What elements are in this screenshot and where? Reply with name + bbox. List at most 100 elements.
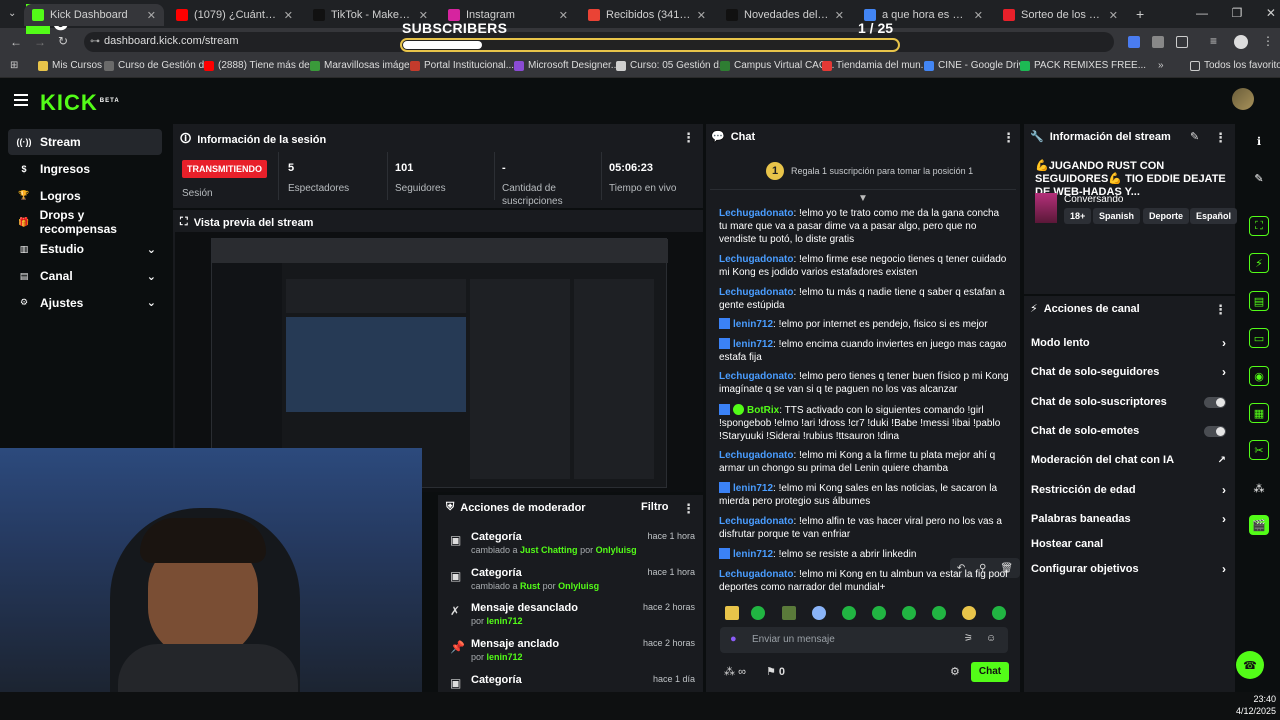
mic-icon[interactable]: ● [730,633,737,645]
emoji-icon[interactable]: ☺ [986,633,996,644]
channel-action-chat-de-solo-emotes[interactable]: Chat de solo-emotes [1031,424,1226,438]
expand-rules-icon[interactable]: ▼ [858,193,868,204]
tab-search-icon[interactable]: ⌄ [8,8,16,19]
emote-icon[interactable] [812,606,826,620]
emote-icon[interactable] [902,606,916,620]
broadcast-rail-icon[interactable]: ◉ [1249,366,1269,386]
chat-username[interactable]: Lechugadonato [719,371,793,382]
sidebar-item-stream[interactable]: ((·)) Stream [8,129,162,155]
browser-tab[interactable]: Recibidos (341) - lgarciad ✕ [580,4,714,26]
tab-close-icon[interactable]: ✕ [974,9,983,22]
chat-more-icon[interactable]: ⋮ [1002,130,1015,146]
chat-username[interactable]: lenin712 [733,319,773,330]
bookmark-item[interactable]: Tiendamia del mun... [822,60,929,71]
bookmark-item[interactable]: CINE - Google Drive [924,60,1029,71]
browser-tab[interactable]: (1079) ¿Cuánto dinero cu… ✕ [168,4,301,26]
chat-message[interactable]: lenin712: !elmo por internet es pendejo,… [719,318,1009,331]
chat-input[interactable]: ● Enviar un mensaje ⚞ ☺ [720,627,1008,653]
chat-message[interactable]: lenin712: !elmo mi Kong sales en las not… [719,482,1009,508]
chat-username[interactable]: Lechugadonato [719,254,793,265]
tab-close-icon[interactable]: ✕ [147,9,156,22]
channel-action-hostear-canal[interactable]: Hostear canal [1031,537,1226,551]
browser-tab[interactable]: Sorteo de los grupos del ✕ [995,4,1126,26]
category-name[interactable]: Conversando [1064,194,1123,205]
browser-menu-icon[interactable]: ⋮ [1262,34,1274,48]
bookmark-item[interactable]: Curso: 05 Gestión d... [616,60,727,71]
emote-icon[interactable] [782,606,796,620]
chat-message[interactable]: Lechugadonato: !elmo mi Kong a la firme … [719,449,1009,475]
info-rail-icon[interactable]: ℹ [1249,131,1269,151]
session-more-icon[interactable]: ⋮ [682,130,695,146]
tab-close-icon[interactable]: ✕ [559,9,568,22]
bookmark-item[interactable]: Curso de Gestión d... [104,60,213,71]
chat-message[interactable]: Lechugadonato: !elmo pero tienes q tener… [719,370,1009,396]
channel-action-restricci-n-de-edad[interactable]: Restricción de edad › [1031,483,1226,497]
tab-close-icon[interactable]: ✕ [284,9,293,22]
emote-icon[interactable] [725,606,739,620]
new-tab-button[interactable]: + [1136,6,1144,22]
chat-message[interactable]: BotRix: TTS activado con lo siguientes c… [719,404,1009,443]
bookmark-item[interactable]: Campus Virtual CAC... [720,60,834,71]
gift-count[interactable]: ⚑ 0 [766,665,785,678]
more-bookmarks-icon[interactable]: » [1158,60,1164,71]
layout-rail-icon[interactable]: ▦ [1249,403,1269,423]
clapper-rail-icon[interactable]: 🎬 [1249,515,1269,535]
mod-action-user[interactable]: Onlyluisg [596,545,637,555]
extensions-puzzle-icon[interactable] [1176,36,1188,48]
all-favorites-folder[interactable]: Todos los favoritos [1190,60,1280,71]
sidebar-item-canal[interactable]: ▤ Canal ⌄ [8,263,162,289]
tab-close-icon[interactable]: ✕ [835,9,844,22]
chat-message[interactable]: lenin712: !elmo encima cuando inviertes … [719,338,1009,364]
bookmark-item[interactable]: Mis Cursos [38,60,102,71]
mod-action-target[interactable]: Just Chatting [520,545,578,555]
browser-tab[interactable]: a que hora es el sorteo de ✕ [856,4,991,26]
bookmark-item[interactable]: PACK REMIXES FREE... [1020,60,1146,71]
channel-action-chat-de-solo-seguidores[interactable]: Chat de solo-seguidores › [1031,365,1226,379]
emote-icon[interactable] [751,606,765,620]
drops-rail-icon[interactable]: ⁂ [1249,478,1269,498]
emote-icon[interactable] [992,606,1006,620]
profile-avatar[interactable] [1234,35,1248,49]
emote-icon[interactable] [842,606,856,620]
stream-info-more-icon[interactable]: ⋮ [1214,130,1227,146]
points-indicator[interactable]: ⁂ ∞ [724,665,746,678]
back-icon[interactable]: ← [10,35,22,49]
kick-logo[interactable]: KICK BETA [40,90,120,116]
chat-settings-icon[interactable]: ⚙ [950,665,960,678]
bookmark-item[interactable]: Microsoft Designer... [514,60,619,71]
channel-action-moderaci-n-del-chat-con-ia[interactable]: Moderación del chat con IA ↗ [1031,453,1226,467]
window-controls[interactable]: — ❐ ✕ [1196,6,1276,20]
chat-message[interactable]: lenin712: !elmo se resiste a abrir linke… [719,548,1009,561]
tools-rail-icon[interactable]: ✂ [1249,440,1269,460]
sidebar-item-estudio[interactable]: ▥ Estudio ⌄ [8,236,162,262]
bolt-rail-icon[interactable]: ⚡ [1249,253,1269,273]
stream-tag[interactable]: Deporte [1143,208,1190,224]
browser-tab[interactable]: Kick Dashboard ✕ [24,4,164,26]
chat-username[interactable]: lenin712 [733,483,773,494]
chat-username[interactable]: lenin712 [733,339,773,350]
stream-tag[interactable]: Español [1190,208,1238,224]
apps-grid-icon[interactable]: ⊞ [10,60,18,71]
stream-tag[interactable]: Spanish [1093,208,1141,224]
mod-more-icon[interactable]: ⋮ [682,501,695,517]
bookmark-item[interactable]: (2888) Tiene más de... [204,60,318,71]
extension-icon[interactable] [1128,36,1140,48]
hamburger-menu-icon[interactable] [14,94,28,106]
channel-action-palabras-baneadas[interactable]: Palabras baneadas › [1031,512,1226,526]
site-info-icon[interactable]: ⊶ [90,36,100,47]
crop-rail-icon[interactable]: ⛶ [1249,216,1269,236]
maximize-icon[interactable]: ❐ [1232,6,1243,20]
chat-username[interactable]: Lechugadonato [719,450,793,461]
browser-tab[interactable]: Instagram ✕ [440,4,576,26]
toggle-switch[interactable] [1204,396,1226,408]
emote-icon[interactable] [872,606,886,620]
chat-message[interactable]: Lechugadonato: !elmo yo te trato como me… [719,207,1009,246]
close-window-icon[interactable]: ✕ [1266,6,1276,20]
translate-icon[interactable]: ⚞ [964,633,973,644]
edit-icon[interactable]: ✎ [1190,130,1199,143]
extension-icon[interactable] [1152,36,1164,48]
browser-tab[interactable]: TikTok - Make Your Day ✕ [305,4,436,26]
channel-action-configurar-objetivos[interactable]: Configurar objetivos › [1031,562,1226,576]
mod-action-user[interactable]: Onlyluisg [558,581,599,591]
category-thumbnail[interactable] [1035,193,1057,223]
